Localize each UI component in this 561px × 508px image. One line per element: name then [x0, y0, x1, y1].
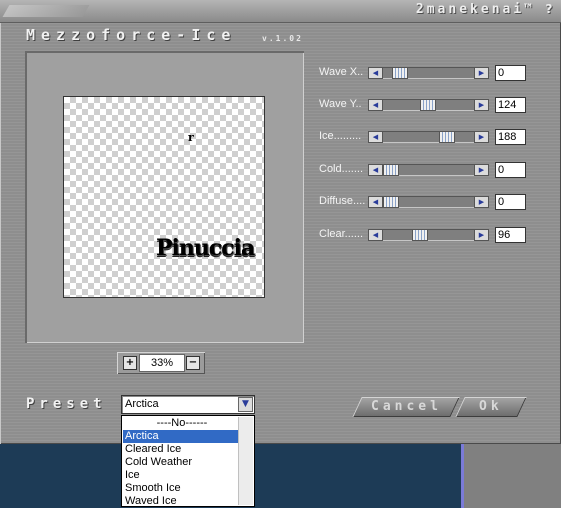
slider-label: Clear......	[319, 228, 364, 240]
slider-label: Ice.........	[319, 130, 362, 142]
zoom-out-button[interactable]: −	[186, 356, 200, 370]
app-title: Mezzoforce-Ice	[26, 26, 237, 44]
slider-thumb[interactable]	[392, 67, 408, 79]
slider-track[interactable]: ◀ ▶	[368, 229, 489, 241]
artwork-mark: r	[188, 131, 194, 144]
preset-select[interactable]: Arctica ▼	[121, 395, 255, 414]
slider-thumb[interactable]	[412, 229, 428, 241]
preset-selected-value: Arctica	[125, 398, 159, 410]
background-divider	[461, 444, 464, 508]
slider-value-input[interactable]: 0	[495, 162, 526, 178]
slider-label: Wave X..	[319, 66, 364, 78]
preset-option[interactable]: Smooth Ice	[123, 482, 239, 495]
left-arrow-icon[interactable]: ◀	[368, 196, 383, 208]
zoom-value: 33%	[139, 354, 185, 372]
plugin-window: 2manekenai™ ? Mezzoforce-Ice v.1.02 r Pi…	[0, 0, 561, 444]
slider-label: Cold.......	[319, 163, 364, 175]
slider-thumb[interactable]	[420, 99, 436, 111]
brand-logo: 2manekenai™	[415, 2, 535, 17]
preview-panel: r Pinuccia	[25, 51, 304, 343]
chevron-down-icon[interactable]: ▼	[238, 397, 253, 412]
left-arrow-icon[interactable]: ◀	[368, 131, 383, 143]
dropdown-scrollbar[interactable]	[238, 417, 253, 505]
title-bar[interactable]: 2manekenai™ ?	[0, 0, 561, 23]
slider-track[interactable]: ◀ ▶	[368, 131, 489, 143]
slider-track[interactable]: ◀ ▶	[368, 196, 489, 208]
right-arrow-icon[interactable]: ▶	[474, 99, 489, 111]
preset-option[interactable]: Ice	[123, 469, 239, 482]
preset-label: Preset	[26, 396, 107, 412]
slider-thumb[interactable]	[383, 196, 399, 208]
cancel-button[interactable]: Cancel	[352, 397, 460, 417]
preset-option[interactable]: Cleared Ice	[123, 443, 239, 456]
slider-value-input[interactable]: 124	[495, 97, 526, 113]
zoom-control: + 33% −	[117, 352, 205, 374]
left-arrow-icon[interactable]: ◀	[368, 229, 383, 241]
slider-value-input[interactable]: 96	[495, 227, 526, 243]
right-arrow-icon[interactable]: ▶	[474, 67, 489, 79]
left-arrow-icon[interactable]: ◀	[368, 164, 383, 176]
slider-label: Wave Y..	[319, 98, 362, 110]
slider-track[interactable]: ◀ ▶	[368, 164, 489, 176]
ok-button-label: Ok	[479, 399, 503, 414]
zoom-in-button[interactable]: +	[123, 356, 137, 370]
preset-option[interactable]: Arctica	[123, 430, 239, 443]
slider-label: Diffuse....	[319, 195, 366, 207]
right-arrow-icon[interactable]: ▶	[474, 131, 489, 143]
slider-value-input[interactable]: 188	[495, 129, 526, 145]
help-button[interactable]: ?	[541, 2, 557, 18]
background-panel	[461, 444, 561, 508]
preset-option[interactable]: Cold Weather	[123, 456, 239, 469]
right-arrow-icon[interactable]: ▶	[474, 196, 489, 208]
ok-button[interactable]: Ok	[455, 397, 527, 417]
preset-option[interactable]: ----No------	[123, 417, 239, 430]
right-arrow-icon[interactable]: ▶	[474, 229, 489, 241]
right-arrow-icon[interactable]: ▶	[474, 164, 489, 176]
slider-thumb[interactable]	[439, 131, 455, 143]
slider-track[interactable]: ◀ ▶	[368, 99, 489, 111]
version-label: v.1.02	[262, 34, 303, 43]
drag-grip[interactable]	[2, 5, 90, 17]
slider-thumb[interactable]	[383, 164, 399, 176]
left-arrow-icon[interactable]: ◀	[368, 99, 383, 111]
cancel-button-label: Cancel	[370, 399, 442, 414]
preset-option[interactable]: Waved Ice	[123, 495, 239, 508]
artwork-text: Pinuccia	[156, 235, 255, 261]
left-arrow-icon[interactable]: ◀	[368, 67, 383, 79]
preview-canvas[interactable]: r Pinuccia	[63, 96, 265, 298]
slider-value-input[interactable]: 0	[495, 194, 526, 210]
slider-value-input[interactable]: 0	[495, 65, 526, 81]
slider-track[interactable]: ◀ ▶	[368, 67, 489, 79]
preset-dropdown-list[interactable]: ----No------ Arctica Cleared Ice Cold Weath…	[121, 415, 255, 507]
